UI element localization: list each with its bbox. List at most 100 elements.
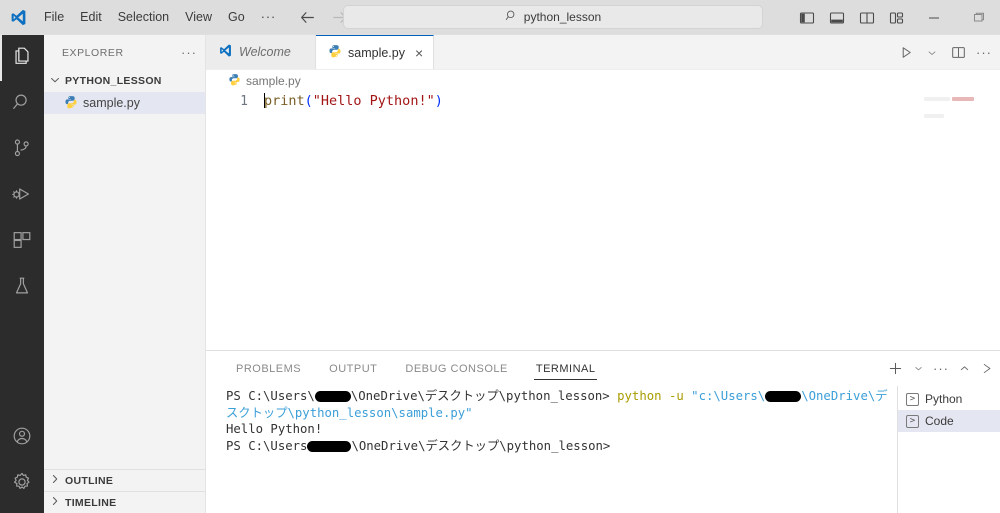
- bottom-panel: PROBLEMS OUTPUT DEBUG CONSOLE TERMINAL ·…: [206, 350, 1000, 513]
- terminal-tab-python[interactable]: > Python: [898, 388, 1000, 410]
- beaker-icon: [11, 275, 33, 302]
- activitybar-extensions[interactable]: [0, 219, 44, 265]
- menu-go[interactable]: Go: [220, 0, 253, 35]
- run-and-debug-icon: [11, 183, 33, 210]
- vscode-window: File Edit Selection View Go ··· python_l…: [0, 0, 1000, 513]
- menu-selection[interactable]: Selection: [110, 0, 177, 35]
- activitybar-search[interactable]: [0, 81, 44, 127]
- terminal-output[interactable]: PS C:\Users\ \OneDrive\デスクトップ\python_less…: [206, 386, 897, 513]
- breadcrumb[interactable]: sample.py: [206, 70, 1000, 92]
- activitybar-settings[interactable]: [0, 461, 44, 507]
- explorer-sidebar: EXPLORER ··· PYTHON_LESSON sample.py OUT…: [44, 35, 206, 513]
- activitybar-accounts[interactable]: [0, 415, 44, 461]
- customize-layout-icon[interactable]: [882, 0, 912, 35]
- new-terminal-button[interactable]: [884, 356, 906, 382]
- chevron-right-icon: [48, 494, 62, 511]
- title-bar-right-controls: [792, 0, 1000, 35]
- editor-tab-label: sample.py: [348, 45, 405, 60]
- close-panel-button[interactable]: [976, 356, 998, 382]
- panel-tab-output[interactable]: OUTPUT: [319, 351, 387, 386]
- folder-label: PYTHON_LESSON: [65, 75, 162, 87]
- window-maximize-button[interactable]: [956, 0, 1000, 35]
- code-editor[interactable]: 1 print("Hello Python!"): [206, 92, 1000, 350]
- sidebar-section-outline[interactable]: OUTLINE: [44, 469, 205, 491]
- code-token-open-paren: (: [304, 93, 313, 109]
- terminal-line-output: Hello Python!: [226, 421, 897, 438]
- ellipsis-icon: ···: [933, 361, 949, 376]
- panel-tab-problems[interactable]: PROBLEMS: [226, 351, 311, 386]
- terminal-line-prompt: PS C:\Users \OneDrive\デスクトップ\python_lesso…: [226, 438, 897, 455]
- terminal-line-command: PS C:\Users\ \OneDrive\デスクトップ\python_less…: [226, 388, 897, 421]
- terminal-segment-command: python -u: [617, 389, 692, 403]
- menu-file[interactable]: File: [36, 0, 72, 35]
- activitybar-explorer[interactable]: [0, 35, 44, 81]
- panel-body: PS C:\Users\ \OneDrive\デスクトップ\python_less…: [206, 386, 1000, 513]
- terminal-tabs-list: > Python > Code: [897, 386, 1000, 513]
- minimap-line: [924, 97, 950, 101]
- source-control-icon: [11, 137, 33, 164]
- code-line: 1 print("Hello Python!"): [206, 92, 1000, 111]
- activitybar-source-control[interactable]: [0, 127, 44, 173]
- menu-edit[interactable]: Edit: [72, 0, 110, 35]
- split-editor-right-button[interactable]: [946, 39, 970, 67]
- arrow-left-icon[interactable]: [296, 6, 318, 28]
- folder-section-python-lesson[interactable]: PYTHON_LESSON: [44, 70, 205, 92]
- menu-more[interactable]: ···: [253, 0, 285, 35]
- vscode-logo-icon: [0, 0, 36, 35]
- vscode-logo-icon: [218, 43, 233, 61]
- sidebar-header: EXPLORER ···: [44, 35, 205, 70]
- redacted-username: [765, 391, 802, 402]
- section-label: TIMELINE: [65, 496, 117, 509]
- line-number: 1: [240, 94, 248, 109]
- editor-tab-sample-py[interactable]: sample.py ×: [316, 35, 435, 69]
- python-file-icon: [64, 95, 78, 112]
- account-icon: [11, 425, 33, 452]
- activity-bar-top: [0, 35, 44, 415]
- minimap-line: [952, 97, 974, 101]
- terminal-profile-dropdown[interactable]: [907, 356, 929, 382]
- terminal-segment: \OneDrive\デスクトップ\python_lesson>: [351, 438, 611, 453]
- toggle-primary-sidebar-icon[interactable]: [792, 0, 822, 35]
- toggle-panel-icon[interactable]: [822, 0, 852, 35]
- terminal-segment: PS C:\Users\: [226, 389, 315, 403]
- terminal-segment-path: "c:\Users\: [691, 389, 766, 403]
- activity-bar-bottom: [0, 415, 44, 513]
- redacted-username: [307, 440, 352, 452]
- workbench-body: EXPLORER ··· PYTHON_LESSON sample.py OUT…: [0, 35, 1000, 513]
- minimap-line: [924, 114, 944, 118]
- editor-tab-welcome[interactable]: Welcome: [206, 35, 316, 69]
- code-content[interactable]: print("Hello Python!"): [264, 92, 443, 111]
- activitybar-testing[interactable]: [0, 265, 44, 311]
- search-input-value[interactable]: python_lesson: [524, 10, 601, 24]
- run-python-file-button[interactable]: [894, 39, 918, 67]
- python-file-icon: [328, 44, 342, 61]
- maximize-panel-button[interactable]: [953, 356, 975, 382]
- editor-more-actions-button[interactable]: ···: [972, 39, 996, 67]
- editor-group: Welcome sample.py × ··· sample.py 1 prin…: [206, 35, 1000, 513]
- command-center-search[interactable]: python_lesson: [343, 5, 763, 29]
- panel-more-actions-button[interactable]: ···: [930, 356, 952, 382]
- run-options-dropdown[interactable]: [920, 39, 944, 67]
- terminal-tab-code[interactable]: > Code: [898, 410, 1000, 432]
- activitybar-run-debug[interactable]: [0, 173, 44, 219]
- editor-tabs-bar: Welcome sample.py × ···: [206, 35, 1000, 70]
- terminal-segment: PS C:\Users: [226, 438, 308, 453]
- sidebar-section-timeline[interactable]: TIMELINE: [44, 491, 205, 513]
- toggle-secondary-sidebar-icon[interactable]: [852, 0, 882, 35]
- file-tree-item-sample-py[interactable]: sample.py: [44, 92, 205, 114]
- panel-tab-debug-console[interactable]: DEBUG CONSOLE: [395, 351, 517, 386]
- menu-view[interactable]: View: [177, 0, 220, 35]
- terminal-tab-label: Python: [925, 392, 963, 406]
- editor-actions: ···: [894, 35, 1000, 70]
- activity-bar: [0, 35, 44, 513]
- window-minimize-button[interactable]: [912, 0, 956, 35]
- panel-actions: ···: [884, 351, 998, 386]
- code-token-string: "Hello Python!": [312, 93, 435, 109]
- panel-tab-terminal[interactable]: TERMINAL: [526, 351, 606, 386]
- ellipsis-icon[interactable]: ···: [181, 46, 197, 59]
- close-icon[interactable]: ×: [415, 46, 423, 60]
- section-label: OUTLINE: [65, 474, 114, 487]
- minimap[interactable]: [924, 92, 1000, 350]
- title-bar: File Edit Selection View Go ··· python_l…: [0, 0, 1000, 35]
